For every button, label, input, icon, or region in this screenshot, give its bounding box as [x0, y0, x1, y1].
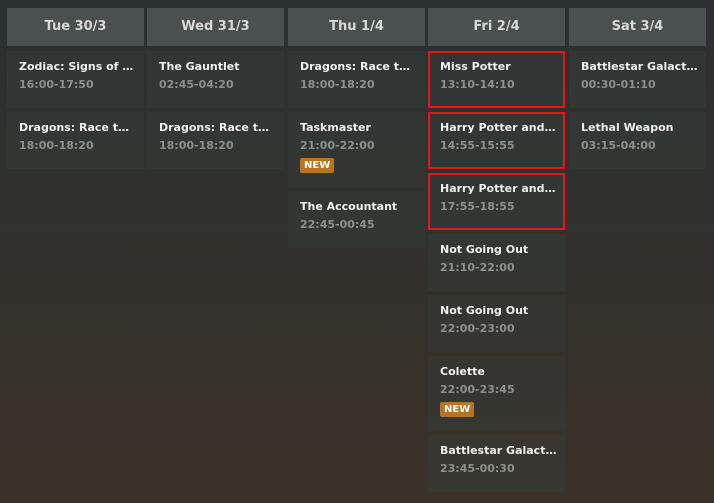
program-title: Not Going Out [440, 304, 529, 317]
program-slot[interactable]: Battlestar Galactica 23:45-00:30 [428, 435, 565, 492]
program-time: 18:00-18:20 [300, 78, 375, 91]
program-time: 16:00-17:50 [19, 78, 94, 91]
program-title: Not Going Out [440, 243, 529, 256]
program-title: Lethal Weapon [581, 121, 674, 134]
program-time: 22:00-23:45 [440, 383, 515, 396]
day-header[interactable]: Tue 30/3 [7, 8, 144, 46]
program-title: Harry Potter and the Prisoner of Azkaban [440, 182, 557, 195]
program-time: 17:55-18:55 [440, 200, 515, 213]
program-title: The Accountant [300, 200, 398, 213]
program-slot-selected[interactable]: Harry Potter and the Prisoner of Azkaban… [428, 173, 565, 230]
program-slot[interactable]: Taskmaster 21:00-22:00 NEW [288, 112, 425, 187]
day-header[interactable]: Thu 1/4 [288, 8, 425, 46]
program-title: Harry Potter and the Chamber of Secrets [440, 121, 557, 134]
program-time: 02:45-04:20 [159, 78, 234, 91]
day-header[interactable]: Wed 31/3 [147, 8, 284, 46]
day-column: Tue 30/3 Zodiac: Signs of the Apocalypse 1… [7, 8, 144, 173]
program-list: The Gauntlet 02:45-04:20 Dragons: Race to … [147, 51, 284, 169]
program-title: The Gauntlet [159, 60, 240, 73]
program-time: 22:45-00:45 [300, 218, 375, 231]
program-slot-selected[interactable]: Harry Potter and the Chamber of Secrets 1… [428, 112, 565, 169]
program-slot[interactable]: Not Going Out 22:00-23:00 [428, 295, 565, 352]
program-title: Taskmaster [300, 121, 371, 134]
program-time: 14:55-15:55 [440, 139, 515, 152]
program-list: Battlestar Galactica 00:30-01:10 Lethal We… [569, 51, 706, 169]
program-slot[interactable]: Dragons: Race to the Edge 18:00-18:20 [147, 112, 284, 169]
program-time: 18:00-18:20 [19, 139, 94, 152]
program-time: 23:45-00:30 [440, 462, 515, 475]
program-time: 21:10-22:00 [440, 261, 515, 274]
program-title: Colette [440, 365, 485, 378]
program-title: Miss Potter [440, 60, 511, 73]
program-slot[interactable]: Not Going Out 21:10-22:00 [428, 234, 565, 291]
program-time: 21:00-22:00 [300, 139, 375, 152]
program-slot[interactable]: Colette 22:00-23:45 NEW [428, 356, 565, 431]
program-time: 03:15-04:00 [581, 139, 656, 152]
program-slot[interactable]: Battlestar Galactica 00:30-01:10 [569, 51, 706, 108]
program-title: Battlestar Galactica [440, 444, 557, 457]
day-header[interactable]: Fri 2/4 [428, 8, 565, 46]
program-slot[interactable]: Zodiac: Signs of the Apocalypse 16:00-17:… [7, 51, 144, 108]
day-column: Thu 1/4 Dragons: Race to the Edge 18:00-18… [288, 8, 425, 252]
program-title: Dragons: Race to the Edge [19, 121, 136, 134]
program-list: Dragons: Race to the Edge 18:00-18:20 Task… [288, 51, 425, 248]
program-list: Zodiac: Signs of the Apocalypse 16:00-17:… [7, 51, 144, 169]
program-title: Dragons: Race to the Edge [159, 121, 276, 134]
day-header[interactable]: Sat 3/4 [569, 8, 706, 46]
program-slot[interactable]: The Accountant 22:45-00:45 [288, 191, 425, 248]
day-column: Wed 31/3 The Gauntlet 02:45-04:20 Dragons: … [147, 8, 284, 173]
program-slot[interactable]: Lethal Weapon 03:15-04:00 [569, 112, 706, 169]
program-slot[interactable]: Dragons: Race to the Edge 18:00-18:20 [288, 51, 425, 108]
new-badge: NEW [440, 402, 475, 417]
program-slot-selected[interactable]: Miss Potter 13:10-14:10 [428, 51, 565, 108]
program-slot[interactable]: The Gauntlet 02:45-04:20 [147, 51, 284, 108]
program-title: Zodiac: Signs of the Apocalypse [19, 60, 136, 73]
new-badge: NEW [300, 158, 335, 173]
program-time: 13:10-14:10 [440, 78, 515, 91]
program-time: 18:00-18:20 [159, 139, 234, 152]
day-column: Fri 2/4 Miss Potter 13:10-14:10 Harry Potte… [428, 8, 565, 496]
program-title: Dragons: Race to the Edge [300, 60, 417, 73]
day-column: Sat 3/4 Battlestar Galactica 00:30-01:10 Le… [569, 8, 706, 173]
program-list: Miss Potter 13:10-14:10 Harry Potter and t… [428, 51, 565, 492]
program-time: 22:00-23:00 [440, 322, 515, 335]
program-time: 00:30-01:10 [581, 78, 656, 91]
program-title: Battlestar Galactica [581, 60, 698, 73]
program-slot[interactable]: Dragons: Race to the Edge 18:00-18:20 [7, 112, 144, 169]
